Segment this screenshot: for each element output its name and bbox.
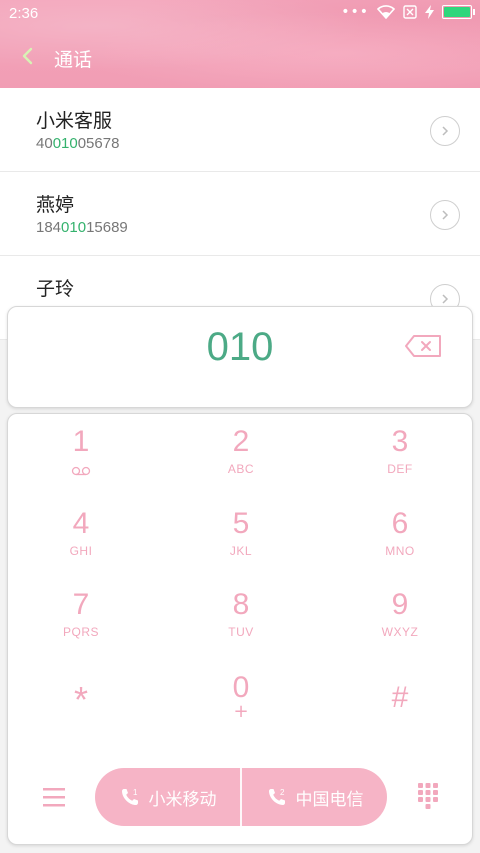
contact-detail-button[interactable] xyxy=(430,116,460,146)
call-sim1-button[interactable]: 1 小米移动 xyxy=(95,768,240,826)
key-6[interactable]: 6 MNO xyxy=(325,500,475,580)
key-letters: WXYZ xyxy=(381,625,419,639)
call-sim2-label: 中国电信 xyxy=(295,789,364,810)
key-digit: 3 xyxy=(391,425,409,458)
sim-off-icon xyxy=(403,5,417,19)
chevron-right-icon xyxy=(442,126,449,136)
contact-number: 18401015689 xyxy=(36,219,128,236)
key-digit: 0 xyxy=(232,671,250,704)
call-divider xyxy=(240,768,242,826)
menu-icon xyxy=(43,788,65,807)
status-time: 2:36 xyxy=(9,5,39,22)
call-buttons: 1 小米移动 2 中国电信 xyxy=(95,768,387,826)
dial-actions: 1 小米移动 2 中国电信 xyxy=(8,766,474,830)
key-2[interactable]: 2 ABC xyxy=(166,418,316,498)
keypad: 1 2 ABC 3 DEF 4 GHI 5 JKL 6 MNO 7 PQRS 8… xyxy=(7,413,473,845)
contact-number: 4001005678 xyxy=(36,135,120,152)
key-letters: MNO xyxy=(385,544,415,558)
status-icons: ••• xyxy=(341,4,475,20)
key-letters: GHI xyxy=(69,544,93,558)
contact-detail-button[interactable] xyxy=(430,200,460,230)
key-letters: TUV xyxy=(228,625,254,639)
contact-name: 燕婷 xyxy=(36,194,75,216)
key-digit: 7 xyxy=(72,588,90,621)
key-letters: PQRS xyxy=(62,625,99,639)
key-plus: + xyxy=(233,701,249,722)
contact-match-list: 小米客服 4001005678 燕婷 18401015689 子玲 xyxy=(0,88,480,340)
key-digit: * xyxy=(73,679,88,720)
contact-row[interactable]: 燕婷 18401015689 xyxy=(0,172,480,256)
key-7[interactable]: 7 PQRS xyxy=(6,581,156,661)
key-digit: 5 xyxy=(232,507,250,540)
phone-icon: 1 xyxy=(121,788,138,805)
menu-button[interactable] xyxy=(38,782,70,812)
charging-icon xyxy=(425,5,434,19)
key-9[interactable]: 9 WXYZ xyxy=(325,581,475,661)
key-digit: 4 xyxy=(72,507,90,540)
chevron-right-icon xyxy=(442,210,449,220)
wifi-icon xyxy=(377,5,395,19)
key-digit: 8 xyxy=(232,588,250,621)
key-8[interactable]: 8 TUV xyxy=(166,581,316,661)
key-5[interactable]: 5 JKL xyxy=(166,500,316,580)
svg-text:2: 2 xyxy=(280,788,285,797)
call-sim2-button[interactable]: 2 中国电信 xyxy=(242,768,387,826)
backspace-button[interactable] xyxy=(404,333,444,359)
key-digit: 2 xyxy=(232,425,250,458)
key-digit: 6 xyxy=(391,507,409,540)
more-notifications-icon: ••• xyxy=(341,4,369,20)
backspace-icon xyxy=(405,335,441,357)
svg-text:1: 1 xyxy=(133,788,138,797)
back-arrow-icon xyxy=(22,47,33,65)
key-3[interactable]: 3 DEF xyxy=(325,418,475,498)
key-star[interactable]: * xyxy=(6,666,156,746)
app-bar: 通话 xyxy=(0,28,480,88)
key-letters: DEF xyxy=(387,462,413,476)
key-hash[interactable]: # xyxy=(325,666,475,746)
phone-icon: 2 xyxy=(268,788,285,805)
battery-icon xyxy=(442,5,475,19)
call-sim1-label: 小米移动 xyxy=(148,789,217,810)
key-digit: # xyxy=(391,681,409,714)
status-bar: 2:36 ••• xyxy=(0,0,480,28)
chevron-right-icon xyxy=(442,294,449,304)
contact-name: 子玲 xyxy=(36,278,75,300)
dial-input-panel: 010 xyxy=(7,306,473,408)
key-letters: ABC xyxy=(227,462,255,476)
header: 2:36 ••• 通话 xyxy=(0,0,480,88)
key-4[interactable]: 4 GHI xyxy=(6,500,156,580)
page-title: 通话 xyxy=(54,49,93,71)
key-letters: JKL xyxy=(229,544,253,558)
key-1[interactable]: 1 xyxy=(6,418,156,498)
dialpad-toggle-button[interactable] xyxy=(412,780,444,812)
key-digit: 1 xyxy=(72,425,90,458)
dialed-number[interactable]: 010 xyxy=(8,325,472,370)
key-0[interactable]: 0 + xyxy=(166,664,316,744)
key-digit: 9 xyxy=(391,588,409,621)
back-button[interactable] xyxy=(14,42,44,72)
contact-name: 小米客服 xyxy=(36,110,113,132)
dialpad-icon xyxy=(418,783,438,809)
contact-row[interactable]: 小米客服 4001005678 xyxy=(0,88,480,172)
voicemail-icon xyxy=(71,466,91,476)
